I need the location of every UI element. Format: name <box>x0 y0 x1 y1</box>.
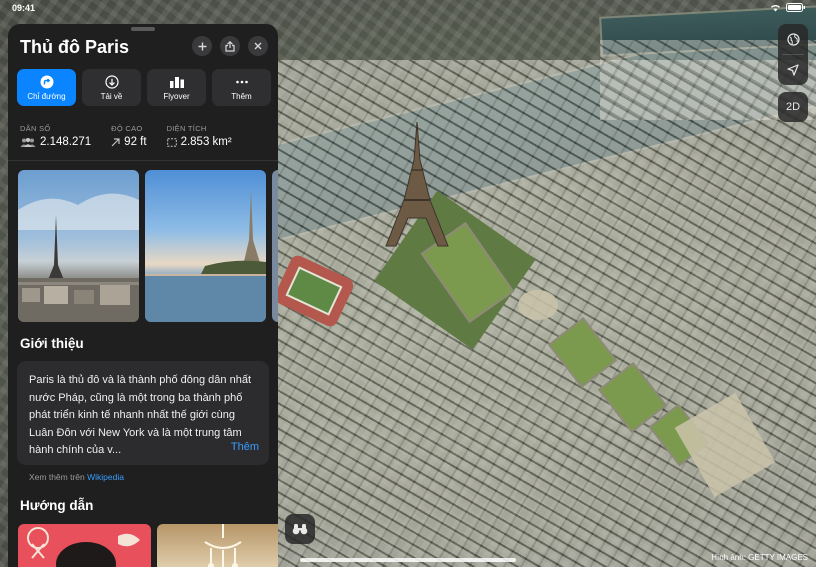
guides-heading: Hướng dẫn <box>20 498 94 513</box>
add-button[interactable] <box>192 36 212 56</box>
elevation-arrow-icon <box>111 137 120 146</box>
stat-caption: DÂN SỐ <box>20 124 51 133</box>
location-button[interactable] <box>778 55 808 85</box>
panel-grabber[interactable] <box>131 27 155 31</box>
roundabout <box>518 290 558 320</box>
photo-carousel[interactable] <box>18 170 278 322</box>
flyover-icon <box>169 76 184 88</box>
guide-illustration <box>27 527 140 567</box>
source-prefix: Xem thêm trên <box>29 472 85 482</box>
plus-icon <box>198 42 206 50</box>
wikipedia-link[interactable]: Wikipedia <box>87 472 124 482</box>
photo-eiffel-seine[interactable] <box>145 170 266 322</box>
globe-icon <box>786 32 800 46</box>
status-time: 09:41 <box>12 3 36 13</box>
divider <box>8 160 278 161</box>
guide-chandelier-illustration <box>204 524 242 567</box>
stat-area: DIỆN TÍCH 2.853 km² <box>167 124 232 148</box>
stat-value: 2.853 km² <box>180 136 232 148</box>
stat-caption: DIỆN TÍCH <box>166 124 207 133</box>
location-arrow-icon <box>787 64 799 76</box>
more-label: Thêm <box>231 91 252 101</box>
about-heading: Giới thiệu <box>20 336 84 351</box>
guide-card[interactable] <box>157 524 278 567</box>
about-more-link[interactable]: Thêm <box>231 441 259 453</box>
directions-label: Chỉ đường <box>27 91 66 101</box>
close-button[interactable] <box>248 36 268 56</box>
area-icon <box>166 137 177 147</box>
wikipedia-source: Xem thêm trên Wikipedia <box>29 472 124 482</box>
about-text: Paris là thủ đô và là thành phố đông dân… <box>29 374 252 456</box>
eiffel-tower-image <box>18 193 139 322</box>
stat-value-row: 92 ft <box>111 136 147 148</box>
place-title: Thủ đô Paris <box>20 37 130 57</box>
download-icon <box>104 74 119 89</box>
photo-eiffel-skyline[interactable] <box>18 170 139 322</box>
flyover-label: Flyover <box>163 91 190 101</box>
photo-partial[interactable] <box>272 170 278 322</box>
view-mode-control: 2D <box>778 92 808 122</box>
image-credit: Hình ảnh: GETTY IMAGES <box>711 553 808 562</box>
globe-button[interactable] <box>778 24 808 54</box>
place-stats: DÂN SỐ 2.148.271 ĐỘ CAO 92 ft DIỆN TÍCH … <box>20 124 252 148</box>
flyover-button[interactable]: Flyover <box>147 69 206 106</box>
home-indicator[interactable] <box>300 558 516 562</box>
eiffel-tower-river-image <box>145 190 266 322</box>
stat-population: DÂN SỐ 2.148.271 <box>20 124 91 148</box>
more-icon <box>235 80 248 83</box>
wifi-icon <box>771 4 780 11</box>
guide-card[interactable] <box>18 524 151 567</box>
eiffel-tower-3d <box>385 121 449 247</box>
stat-value-row: 2.853 km² <box>166 136 232 148</box>
share-button[interactable] <box>220 36 240 56</box>
guides-carousel[interactable] <box>18 524 278 567</box>
binoculars-icon <box>292 524 308 535</box>
stat-value: 2.148.271 <box>40 136 92 148</box>
look-around-button[interactable] <box>285 514 315 544</box>
stat-value-row: 2.148.271 <box>20 136 91 148</box>
directions-icon <box>40 75 53 88</box>
stat-caption: ĐỘ CAO <box>111 124 143 133</box>
about-card[interactable]: Paris là thủ đô và là thành phố đông dân… <box>17 361 269 465</box>
close-icon <box>254 42 262 50</box>
action-buttons: Chỉ đường Tải về Flyover Thêm <box>17 69 271 106</box>
stat-elevation: ĐỘ CAO 92 ft <box>111 124 146 148</box>
view-mode-button[interactable]: 2D <box>778 92 808 122</box>
download-label: Tải về <box>100 91 123 101</box>
download-button[interactable]: Tải về <box>82 69 141 106</box>
place-card-panel: Thủ đô Paris Chỉ đường Tải về Flyover Th… <box>8 24 278 567</box>
people-icon <box>20 137 36 147</box>
status-indicators <box>770 3 806 12</box>
share-icon <box>225 40 235 52</box>
more-button[interactable]: Thêm <box>212 69 271 106</box>
map-controls <box>778 24 808 85</box>
stat-value: 92 ft <box>124 136 147 148</box>
directions-button[interactable]: Chỉ đường <box>17 69 76 106</box>
battery-icon <box>786 3 805 12</box>
